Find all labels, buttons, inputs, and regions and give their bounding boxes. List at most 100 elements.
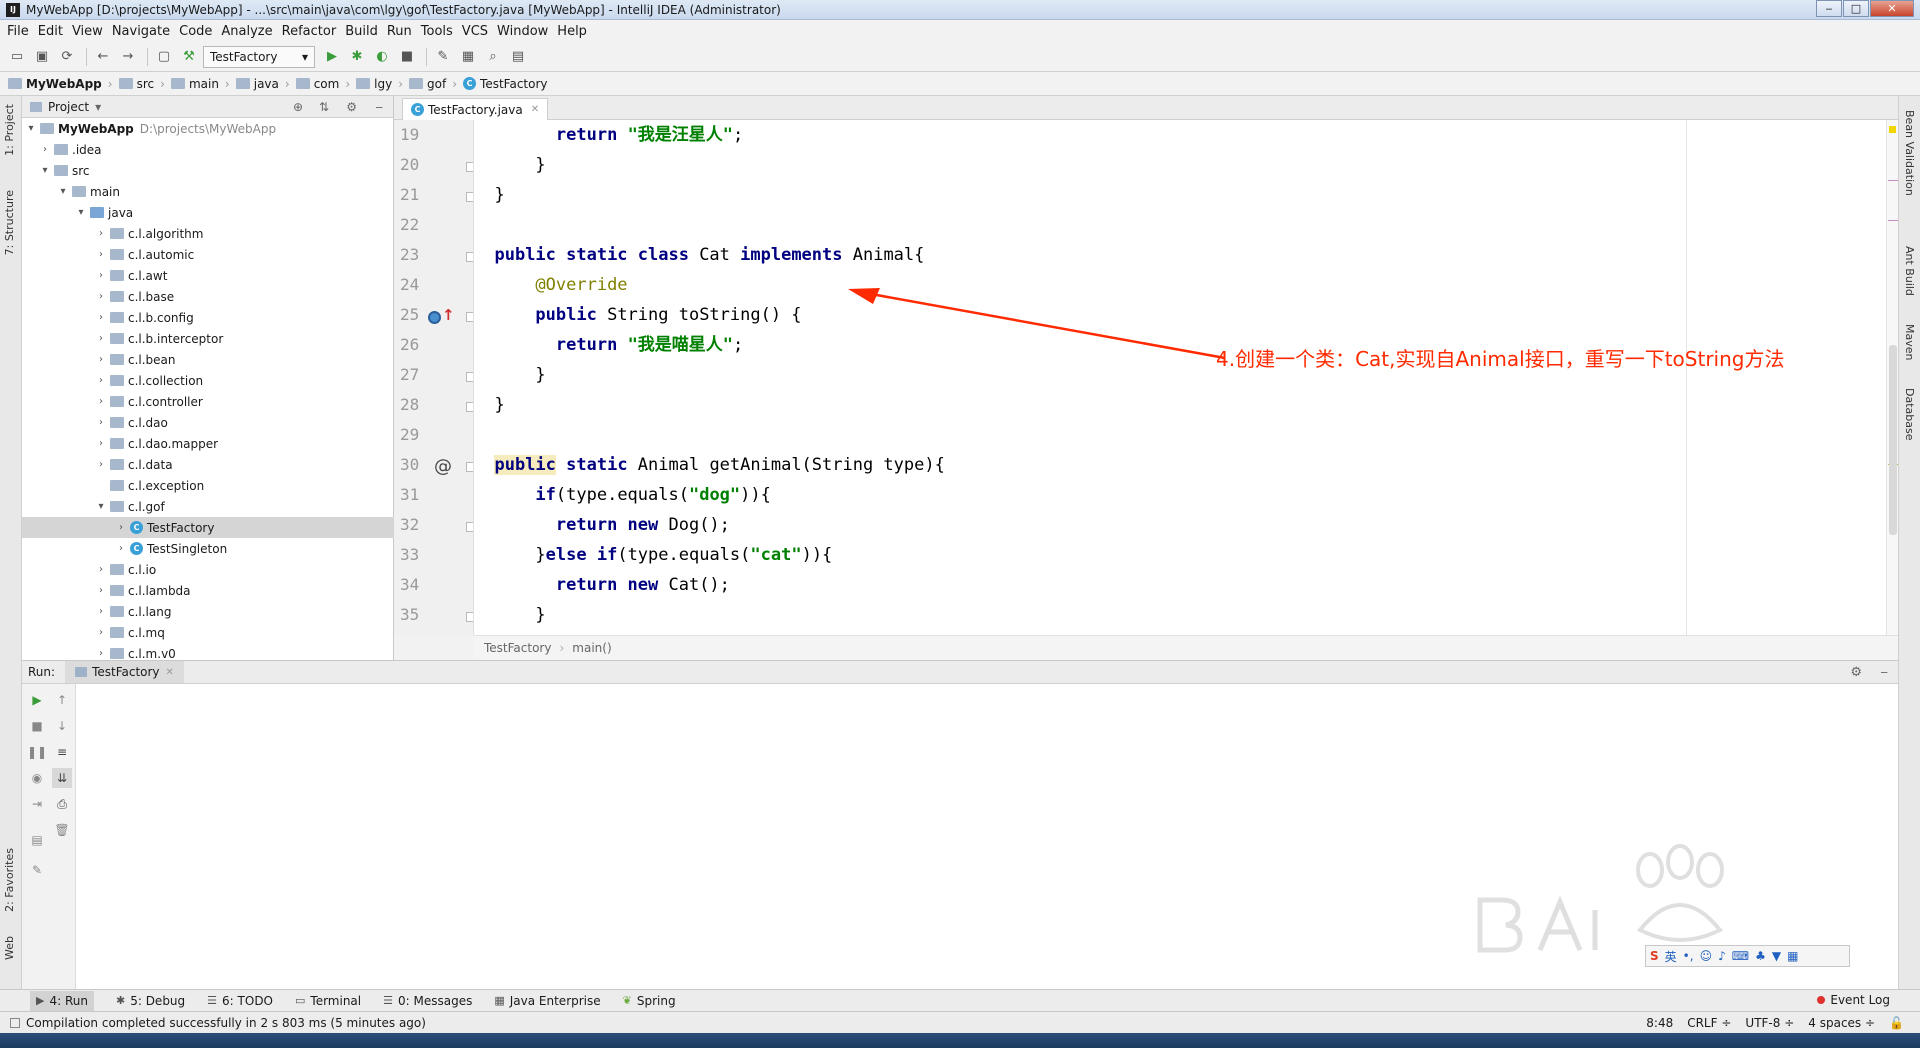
crumb-java[interactable]: java › [235, 77, 290, 91]
tab-run[interactable]: ▶ 4: Run [30, 990, 94, 1011]
tab-terminal[interactable]: ▭ Terminal [295, 994, 361, 1008]
fold-marker[interactable] [466, 612, 473, 622]
tree-item[interactable]: › C TestSingleton [22, 538, 394, 559]
build-hammer-icon[interactable]: ⚒ [178, 46, 200, 68]
tree-item[interactable]: › c.l.awt [22, 265, 394, 286]
fold-marker[interactable] [466, 252, 473, 262]
tree-item[interactable]: ▾ main [22, 181, 394, 202]
crumb-class[interactable]: TestFactory [484, 641, 551, 655]
tree-item[interactable]: › c.l.controller [22, 391, 394, 412]
forward-icon[interactable]: → [117, 46, 139, 68]
scroll-down-icon[interactable]: ↓ [52, 716, 72, 736]
gear-icon[interactable]: ⚙ [1850, 665, 1862, 680]
rerun-icon[interactable]: ▶ [27, 690, 47, 710]
collapse-icon[interactable]: ⇅ [319, 100, 329, 114]
project-structure-icon[interactable]: ▢ [153, 46, 175, 68]
tree-item[interactable]: ▾ src [22, 160, 394, 181]
code-editor[interactable]: return "我是汪星人"; } } public static class … [474, 120, 1886, 635]
trash-icon[interactable]: 🗑 [52, 820, 72, 840]
tree-item[interactable]: › c.l.collection [22, 370, 394, 391]
menu-vcs[interactable]: VCS [462, 24, 488, 39]
menu-code[interactable]: Code [179, 24, 212, 39]
fold-marker[interactable] [466, 522, 473, 532]
lock-icon[interactable]: 🔓 [1889, 1016, 1904, 1030]
pin-icon[interactable]: ✎ [27, 860, 47, 880]
tree-item[interactable]: › c.l.algorithm [22, 223, 394, 244]
tree-item[interactable]: › c.l.io [22, 559, 394, 580]
tab-bean-validation[interactable]: Bean Validation [1903, 110, 1916, 196]
tasks-icon[interactable]: ▤ [507, 46, 529, 68]
menu-tools[interactable]: Tools [421, 24, 453, 39]
close-icon[interactable]: ✕ [166, 667, 174, 678]
coverage-icon[interactable]: ◐ [371, 46, 393, 68]
gear-icon[interactable]: ⚙ [346, 100, 357, 114]
project-view-select[interactable]: Project [48, 100, 89, 114]
back-icon[interactable]: ← [92, 46, 114, 68]
fold-marker[interactable] [466, 462, 473, 472]
tab-messages[interactable]: ☰ 0: Messages [383, 994, 472, 1008]
menu-view[interactable]: View [72, 24, 103, 39]
tab-todo[interactable]: ☰ 6: TODO [207, 994, 273, 1008]
pause-icon[interactable]: ❚❚ [27, 742, 47, 762]
print-icon[interactable]: ⎙ [52, 794, 72, 814]
sdk-icon[interactable]: ▦ [457, 46, 479, 68]
crumb-testfactory[interactable]: C TestFactory [463, 77, 548, 91]
tree-item[interactable]: › c.l.data [22, 454, 394, 475]
editor-tab-testfactory[interactable]: C TestFactory.java ✕ [402, 98, 549, 120]
indent-setting[interactable]: 4 spaces ÷ [1808, 1016, 1875, 1030]
stop-icon[interactable]: ■ [27, 716, 47, 736]
debug-icon[interactable]: ✱ [346, 46, 368, 68]
maximize-button[interactable]: □ [1843, 0, 1869, 17]
tree-root[interactable]: ▾ MyWebApp D:\projects\MyWebApp [22, 118, 394, 139]
tree-item[interactable]: › c.l.automic [22, 244, 394, 265]
fold-marker[interactable] [466, 372, 473, 382]
sync-icon[interactable]: ⟳ [56, 46, 78, 68]
tab-database[interactable]: Database [1903, 388, 1916, 441]
tree-item-selected[interactable]: › C TestFactory [22, 517, 394, 538]
close-button[interactable]: ✕ [1870, 0, 1914, 17]
line-separator[interactable]: CRLF ÷ [1687, 1016, 1731, 1030]
tree-item[interactable]: › c.l.bean [22, 349, 394, 370]
open-folder-icon[interactable]: ▭ [6, 46, 28, 68]
hide-icon[interactable]: ‒ [375, 100, 383, 114]
tab-favorites[interactable]: 2: Favorites [3, 848, 16, 912]
scroll-to-end-icon[interactable]: ⇊ [52, 768, 72, 788]
tab-web[interactable]: Web [3, 936, 16, 960]
scroll-up-icon[interactable]: ↑ [52, 690, 72, 710]
status-toggle-icon[interactable] [10, 1017, 20, 1028]
up-arrow-icon[interactable]: ↑ [442, 306, 455, 324]
crumb-project[interactable]: MyWebApp › [8, 77, 113, 91]
tree-item[interactable]: › c.l.b.config [22, 307, 394, 328]
save-icon[interactable]: ▣ [31, 46, 53, 68]
error-stripe[interactable] [1886, 120, 1898, 635]
crumb-gof[interactable]: gof › [409, 77, 457, 91]
layout-icon[interactable]: ▤ [27, 830, 47, 850]
minimize-button[interactable]: ‒ [1816, 0, 1842, 17]
tree-item[interactable]: › c.l.lambda [22, 580, 394, 601]
file-encoding[interactable]: UTF-8 ÷ [1745, 1016, 1794, 1030]
menu-edit[interactable]: Edit [38, 24, 63, 39]
fold-marker[interactable] [466, 162, 473, 172]
fold-marker[interactable] [466, 192, 473, 202]
tab-maven[interactable]: Maven [1903, 324, 1916, 360]
override-method-icon[interactable] [428, 311, 441, 324]
tree-item[interactable]: › c.l.m.v0 [22, 643, 394, 661]
menu-navigate[interactable]: Navigate [112, 24, 170, 39]
crumb-src[interactable]: src › [118, 77, 165, 91]
tree-item[interactable]: › .idea [22, 139, 394, 160]
run-icon[interactable]: ▶ [321, 46, 343, 68]
tab-spring[interactable]: ❦ Spring [623, 994, 676, 1008]
menu-analyze[interactable]: Analyze [221, 24, 272, 39]
tree-item[interactable]: ▾ java [22, 202, 394, 223]
tree-item[interactable]: › c.l.base [22, 286, 394, 307]
tab-structure[interactable]: 7: Structure [3, 190, 16, 255]
crumb-com[interactable]: com › [295, 77, 350, 91]
tab-debug[interactable]: ✱ 5: Debug [116, 994, 185, 1008]
ime-language[interactable]: 英 [1665, 948, 1677, 965]
tree-item[interactable]: ▾ c.l.gof [22, 496, 394, 517]
tab-project[interactable]: 1: Project [3, 104, 16, 156]
locate-icon[interactable]: ⊕ [293, 100, 303, 114]
soft-wrap-icon[interactable]: ≡ [52, 742, 72, 762]
menu-file[interactable]: File [7, 24, 29, 39]
run-config-select[interactable]: TestFactory ▾ [203, 45, 315, 68]
